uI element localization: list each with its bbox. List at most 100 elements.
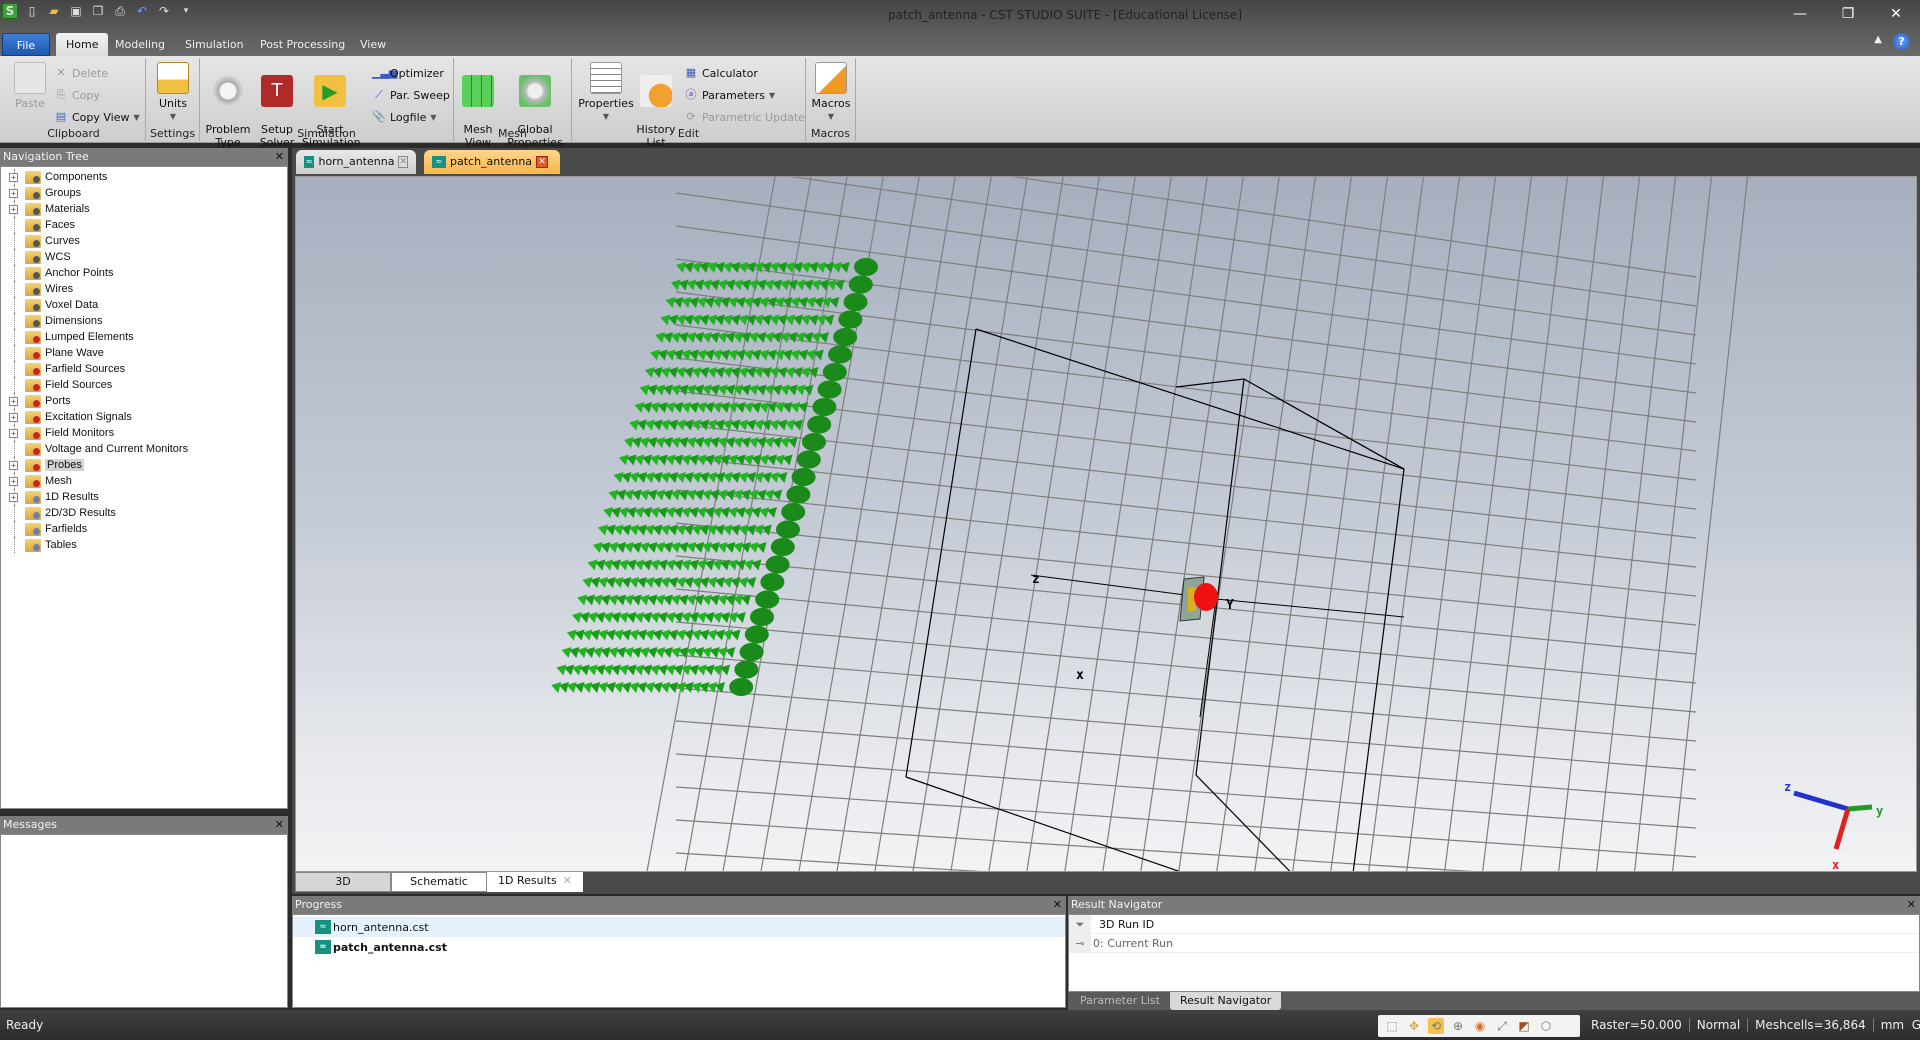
expand-icon[interactable]: + xyxy=(9,204,18,214)
tree-item[interactable]: 2D/3D Results xyxy=(1,505,287,521)
tree-item[interactable]: + Field Monitors xyxy=(1,425,287,441)
collapse-ribbon-icon[interactable]: ▲ xyxy=(1874,34,1882,45)
pin-icon[interactable]: ⊸ xyxy=(1069,933,1091,953)
expand-icon[interactable]: + xyxy=(9,172,18,182)
antenna-model[interactable]: z Y x xyxy=(1030,572,1405,718)
triad-x-arrow xyxy=(1833,808,1851,850)
close-icon[interactable]: ✕ xyxy=(275,816,284,834)
messages-panel: Messages ✕ xyxy=(0,816,288,1010)
fit-view-icon[interactable]: ⤢ xyxy=(1494,1018,1510,1034)
filter-icon[interactable]: ⏷ xyxy=(1069,914,1091,934)
3d-viewport[interactable]: z Y x z y x xyxy=(295,176,1917,872)
macros-button[interactable]: Macros ▼ xyxy=(810,62,852,123)
tab-view[interactable]: View xyxy=(350,33,396,56)
field-arrow-head xyxy=(802,433,826,451)
3d-scene[interactable]: z Y x z y x xyxy=(296,177,1917,872)
expand-icon[interactable]: + xyxy=(9,492,18,502)
tab-modeling[interactable]: Modeling xyxy=(105,33,175,56)
doc-tab-patch-antenna[interactable]: ≈ patch_antenna ✕ xyxy=(424,150,560,174)
tree-item[interactable]: + Excitation Signals xyxy=(1,409,287,425)
tree-item[interactable]: Farfields xyxy=(1,521,287,537)
tree-item[interactable]: Voltage and Current Monitors xyxy=(1,441,287,457)
expand-icon[interactable]: + xyxy=(9,476,18,486)
tree-item[interactable]: Lumped Elements xyxy=(1,329,287,345)
parameters-button[interactable]: ⓐ Parameters ▼ xyxy=(684,86,776,104)
copy-view-button[interactable]: ▤ Copy View ▼ xyxy=(54,108,140,126)
triad-y-label: y xyxy=(1876,804,1883,818)
tree-item[interactable]: + Materials xyxy=(1,201,287,217)
result-row[interactable]: ⊸ 0: Current Run xyxy=(1069,933,1919,953)
tree-item[interactable]: Anchor Points xyxy=(1,265,287,281)
tree-item-label: Lumped Elements xyxy=(45,331,134,343)
tab-file[interactable]: File xyxy=(2,33,50,56)
close-icon[interactable]: ✕ xyxy=(398,156,408,168)
paperclip-icon: 📎 xyxy=(372,110,386,123)
parametric-update-button[interactable]: ⟳ Parametric Update xyxy=(684,108,805,126)
tree-item-label: Faces xyxy=(45,219,75,231)
group-edit: Properties ▼ History List ▦ Calculator ⓐ P… xyxy=(572,58,806,149)
grid-line xyxy=(1520,177,1605,871)
rotate-icon[interactable]: ⟲ xyxy=(1428,1018,1444,1034)
pan-icon[interactable]: ✥ xyxy=(1406,1018,1422,1034)
tree-item[interactable]: Faces xyxy=(1,217,287,233)
zoom-icon[interactable]: ⊕ xyxy=(1450,1018,1466,1034)
properties-button[interactable]: Properties ▼ xyxy=(578,62,634,123)
units-button[interactable]: Units ▼ xyxy=(154,62,192,123)
view-cube-icon[interactable]: ⬡ xyxy=(1538,1018,1554,1034)
field-arrow-head xyxy=(729,678,754,696)
tree-item[interactable]: WCS xyxy=(1,249,287,265)
tree-item[interactable]: Farfield Sources xyxy=(1,361,287,377)
close-icon[interactable]: ✕ xyxy=(563,872,572,892)
tab-simulation[interactable]: Simulation xyxy=(175,33,254,56)
tree-item[interactable]: Plane Wave xyxy=(1,345,287,361)
view-tab-3d[interactable]: 3D xyxy=(295,872,391,892)
tree-item[interactable]: + Components xyxy=(1,169,287,185)
close-icon[interactable]: ✕ xyxy=(536,156,549,168)
tree-item[interactable]: Dimensions xyxy=(1,313,287,329)
view-tab-1d-results[interactable]: 1D Results ✕ xyxy=(487,872,583,892)
tree-item[interactable]: Curves xyxy=(1,233,287,249)
doc-tab-horn-antenna[interactable]: ≈ horn_antenna ✕ xyxy=(296,150,416,174)
logfile-button[interactable]: 📎 Logfile ▼ xyxy=(372,108,436,126)
restore-button[interactable]: ❐ xyxy=(1824,0,1872,28)
close-icon[interactable]: ✕ xyxy=(275,148,284,166)
copy-button[interactable]: ⎘ Copy xyxy=(54,86,100,104)
units-value: mm GHz ns K xyxy=(1874,1018,1920,1032)
tree-item[interactable]: Tables xyxy=(1,537,287,553)
zoom-box-icon[interactable]: ⬚ xyxy=(1384,1018,1400,1034)
tree-item[interactable]: Wires xyxy=(1,281,287,297)
close-button[interactable]: ✕ xyxy=(1872,0,1920,28)
tree-item[interactable]: Voxel Data xyxy=(1,297,287,313)
progress-item[interactable]: ≈ patch_antenna.cst xyxy=(293,937,1065,957)
delete-button[interactable]: ✕ Delete xyxy=(54,64,108,82)
tree-item[interactable]: + Groups xyxy=(1,185,287,201)
field-arrow xyxy=(582,577,593,588)
tree-item[interactable]: + Mesh xyxy=(1,473,287,489)
view-tab-schematic[interactable]: Schematic xyxy=(391,872,487,892)
folder-icon xyxy=(25,522,41,536)
minimize-button[interactable]: — xyxy=(1776,0,1824,28)
calculator-button[interactable]: ▦ Calculator xyxy=(684,64,758,82)
optimizer-button[interactable]: ▁▃▅ Optimizer xyxy=(372,64,444,82)
progress-item[interactable]: ≈ horn_antenna.cst xyxy=(293,917,1065,937)
tree-item[interactable]: + Ports xyxy=(1,393,287,409)
tab-post-processing[interactable]: Post Processing xyxy=(250,33,355,56)
close-icon[interactable]: ✕ xyxy=(1053,896,1062,914)
tree-item[interactable]: +1D Results xyxy=(1,489,287,505)
tree-item[interactable]: + Probes xyxy=(1,457,287,473)
expand-icon[interactable]: + xyxy=(9,396,18,406)
par-sweep-button[interactable]: ⟋ Par. Sweep xyxy=(372,86,450,104)
expand-icon[interactable]: + xyxy=(9,412,18,422)
expand-icon[interactable]: + xyxy=(9,188,18,198)
shading-icon[interactable]: ◩ xyxy=(1516,1018,1532,1034)
tab-home[interactable]: Home xyxy=(56,33,109,56)
tab-result-navigator[interactable]: Result Navigator xyxy=(1169,992,1282,1010)
paste-button[interactable]: Paste xyxy=(10,62,50,110)
expand-icon[interactable]: + xyxy=(9,460,18,470)
expand-icon[interactable]: + xyxy=(9,428,18,438)
tab-parameter-list[interactable]: Parameter List xyxy=(1070,992,1170,1010)
tree-item[interactable]: Field Sources xyxy=(1,377,287,393)
spin-icon[interactable]: ◉ xyxy=(1472,1018,1488,1034)
close-icon[interactable]: ✕ xyxy=(1907,896,1916,914)
help-icon[interactable]: ? xyxy=(1893,33,1910,50)
